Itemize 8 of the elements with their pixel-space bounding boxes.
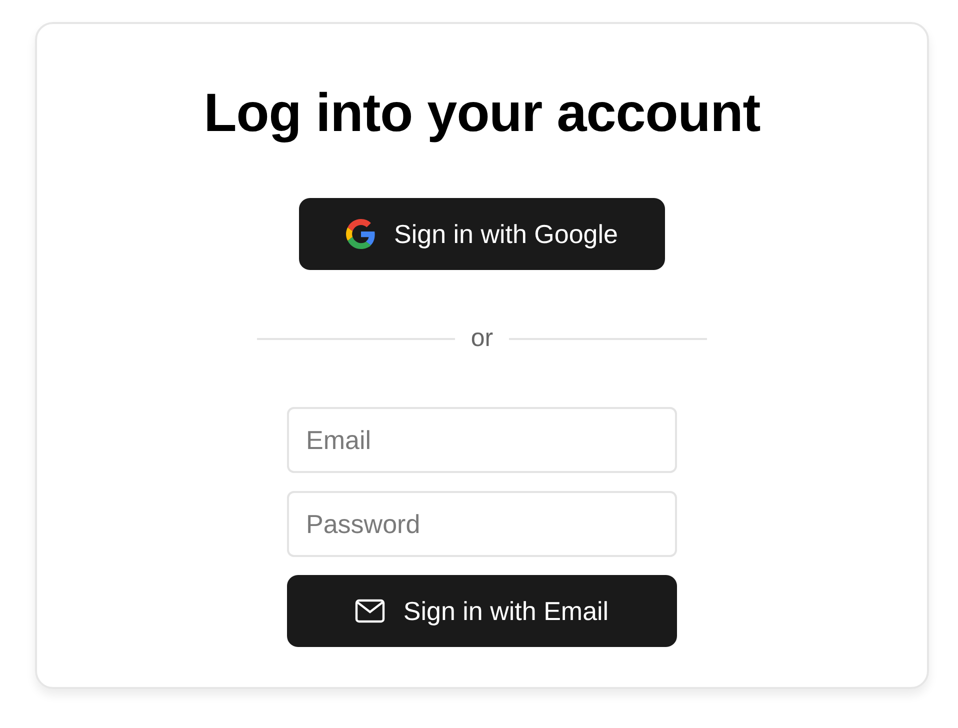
google-sign-in-button[interactable]: Sign in with Google (299, 198, 665, 270)
input-field[interactable]: Email (287, 407, 677, 473)
input-field[interactable]: Password (287, 491, 677, 557)
divider-label: or (470, 324, 494, 353)
page-title: Log into your account (204, 82, 760, 144)
google-icon (346, 219, 376, 249)
mail-icon (355, 599, 386, 623)
email-sign-in-button[interactable]: Sign in with Email (287, 575, 677, 647)
